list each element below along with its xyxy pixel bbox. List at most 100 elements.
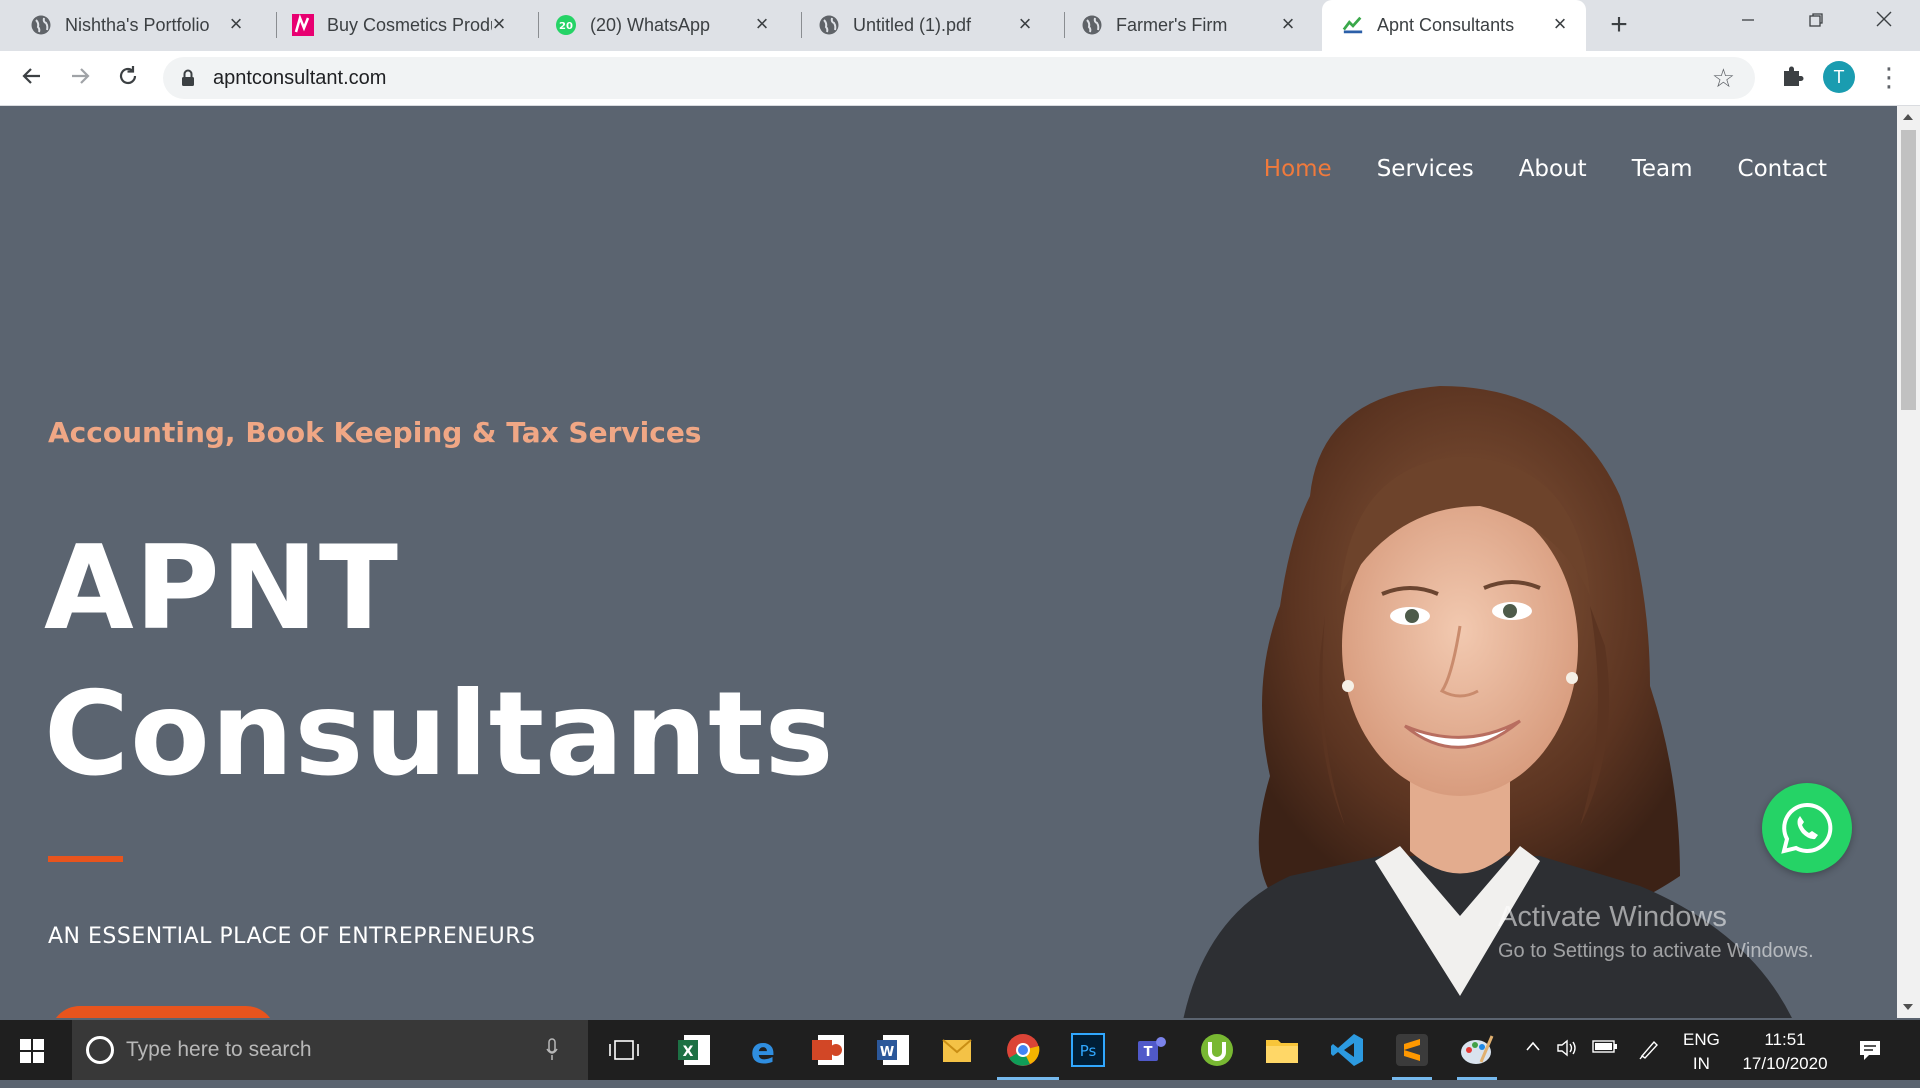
- action-center-icon[interactable]: [1857, 1037, 1883, 1063]
- excel-icon[interactable]: X: [672, 1028, 716, 1072]
- site-navigation: Home Services About Team Contact: [1264, 156, 1827, 182]
- globe-icon: [818, 14, 840, 36]
- bookmark-star-icon[interactable]: ☆: [1712, 63, 1735, 94]
- svg-text:T: T: [1144, 1045, 1153, 1060]
- tab-title: Buy Cosmetics Produ: [327, 15, 492, 35]
- tab-apnt-consultants[interactable]: Apnt Consultants ×: [1322, 0, 1586, 51]
- close-tab-icon[interactable]: ×: [1276, 12, 1300, 36]
- browser-toolbar: apntconsultant.com ☆: [0, 51, 1920, 106]
- back-button[interactable]: [14, 61, 50, 97]
- globe-icon: [30, 14, 52, 36]
- watermark-line1: Activate Windows: [1498, 901, 1727, 933]
- close-tab-icon[interactable]: ×: [224, 12, 248, 36]
- edge-icon[interactable]: e: [741, 1028, 785, 1072]
- tab-title: Untitled (1).pdf: [853, 15, 972, 35]
- vscode-icon[interactable]: [1325, 1028, 1369, 1072]
- powerpoint-icon[interactable]: [806, 1028, 850, 1072]
- nav-home[interactable]: Home: [1264, 156, 1332, 182]
- globe-icon: [1081, 14, 1103, 36]
- tab-farmers-firm[interactable]: Farmer's Firm ×: [1051, 0, 1314, 51]
- close-tab-icon[interactable]: ×: [1013, 12, 1037, 36]
- tab-untitled-pdf[interactable]: Untitled (1).pdf ×: [788, 0, 1051, 51]
- reload-button[interactable]: [110, 61, 146, 97]
- windows-start-icon[interactable]: [20, 1039, 44, 1063]
- close-tab-icon[interactable]: ×: [487, 12, 511, 36]
- page-viewport: Home Services About Team Contact Account…: [0, 106, 1897, 1018]
- pen-icon[interactable]: [1636, 1038, 1662, 1062]
- arrow-right-icon: [72, 68, 90, 84]
- clock-time: 11:51: [1764, 1030, 1806, 1049]
- search-placeholder: Type here to search: [126, 1038, 312, 1061]
- hero-cta-button[interactable]: [50, 1006, 276, 1018]
- tab-strip: Nishtha's Portfolio × Buy Cosmetics Prod…: [0, 0, 1920, 51]
- utorrent-icon[interactable]: [1195, 1028, 1239, 1072]
- battery-icon[interactable]: [1592, 1038, 1618, 1062]
- lock-icon: [181, 69, 195, 87]
- whatsapp-icon: 20: [555, 14, 577, 36]
- tab-title: Nishtha's Portfolio: [65, 15, 210, 35]
- nav-contact[interactable]: Contact: [1738, 156, 1827, 182]
- paint-icon[interactable]: [1455, 1028, 1499, 1080]
- hero-tagline: AN ESSENTIAL PLACE OF ENTREPRENEURS: [48, 924, 536, 949]
- minimize-icon: [1742, 19, 1754, 21]
- arrow-left-icon: [22, 68, 40, 84]
- show-hidden-icons-icon[interactable]: [1520, 1038, 1546, 1062]
- nykaa-icon: [292, 14, 314, 36]
- watermark-line2: Go to Settings to activate Windows.: [1498, 940, 1814, 962]
- outlook-icon[interactable]: [935, 1028, 979, 1072]
- address-bar[interactable]: apntconsultant.com ☆: [163, 57, 1755, 99]
- photoshop-icon[interactable]: Ps: [1066, 1028, 1110, 1072]
- nav-about[interactable]: About: [1519, 156, 1587, 182]
- svg-text:e: e: [751, 1033, 775, 1067]
- system-clock[interactable]: 11:51 17/10/2020: [1733, 1028, 1837, 1088]
- microphone-icon[interactable]: [546, 1038, 558, 1062]
- taskbar-search-box[interactable]: Type here to search: [72, 1020, 588, 1080]
- tab-title: Farmer's Firm: [1116, 15, 1228, 35]
- tab-whatsapp[interactable]: 20 (20) WhatsApp ×: [525, 0, 788, 51]
- svg-text:W: W: [880, 1045, 894, 1060]
- tab-buy-cosmetics[interactable]: Buy Cosmetics Produ ×: [262, 0, 525, 51]
- volume-icon[interactable]: [1555, 1038, 1581, 1062]
- teams-icon[interactable]: T: [1130, 1028, 1174, 1072]
- forward-button[interactable]: [62, 61, 98, 97]
- extensions-puzzle-icon[interactable]: [1776, 61, 1808, 93]
- close-tab-icon[interactable]: ×: [750, 12, 774, 36]
- profile-avatar[interactable]: T: [1823, 61, 1855, 93]
- new-tab-button[interactable]: +: [1603, 10, 1635, 42]
- scroll-up-arrow-icon[interactable]: [1903, 114, 1913, 120]
- tab-title: Apnt Consultants: [1377, 15, 1515, 35]
- nav-services[interactable]: Services: [1377, 156, 1474, 182]
- cortana-icon: [86, 1036, 114, 1064]
- minimize-button[interactable]: [1718, 4, 1778, 40]
- sublime-text-icon[interactable]: [1390, 1028, 1434, 1080]
- scrollbar-thumb[interactable]: [1901, 130, 1916, 410]
- restore-button[interactable]: [1786, 4, 1846, 40]
- region-code: IN: [1692, 1054, 1710, 1073]
- page-scrollbar[interactable]: [1897, 106, 1920, 1018]
- nav-team[interactable]: Team: [1632, 156, 1693, 182]
- svg-text:Ps: Ps: [1080, 1042, 1097, 1060]
- clock-date: 17/10/2020: [1742, 1054, 1828, 1073]
- url-text[interactable]: apntconsultant.com: [213, 67, 386, 90]
- chrome-icon[interactable]: [997, 1028, 1059, 1080]
- language-code: ENG: [1683, 1030, 1720, 1049]
- more-options-icon[interactable]: ⋮: [1876, 60, 1902, 94]
- restore-icon: [1809, 13, 1823, 27]
- whatsapp-icon: [1781, 802, 1833, 854]
- scroll-down-arrow-icon[interactable]: [1903, 1004, 1913, 1010]
- task-view-icon[interactable]: [602, 1028, 646, 1072]
- file-explorer-icon[interactable]: [1260, 1028, 1304, 1072]
- reload-icon: [119, 66, 137, 85]
- close-tab-icon[interactable]: ×: [1548, 12, 1572, 36]
- hero-subtitle: Accounting, Book Keeping & Tax Services: [48, 416, 702, 449]
- hero-accent-rule: [48, 856, 123, 862]
- activate-windows-watermark: Activate Windows Go to Settings to activ…: [1498, 901, 1814, 963]
- hero-title-line2: Consultants: [44, 667, 835, 802]
- whatsapp-chat-button[interactable]: [1762, 783, 1852, 873]
- word-icon[interactable]: W: [871, 1028, 915, 1072]
- close-window-button[interactable]: [1854, 4, 1914, 40]
- close-icon: [1876, 11, 1892, 27]
- tab-nishtha-portfolio[interactable]: Nishtha's Portfolio ×: [0, 0, 262, 51]
- input-language-indicator[interactable]: ENG IN: [1683, 1028, 1720, 1088]
- hero-title-line1: APNT: [44, 521, 400, 656]
